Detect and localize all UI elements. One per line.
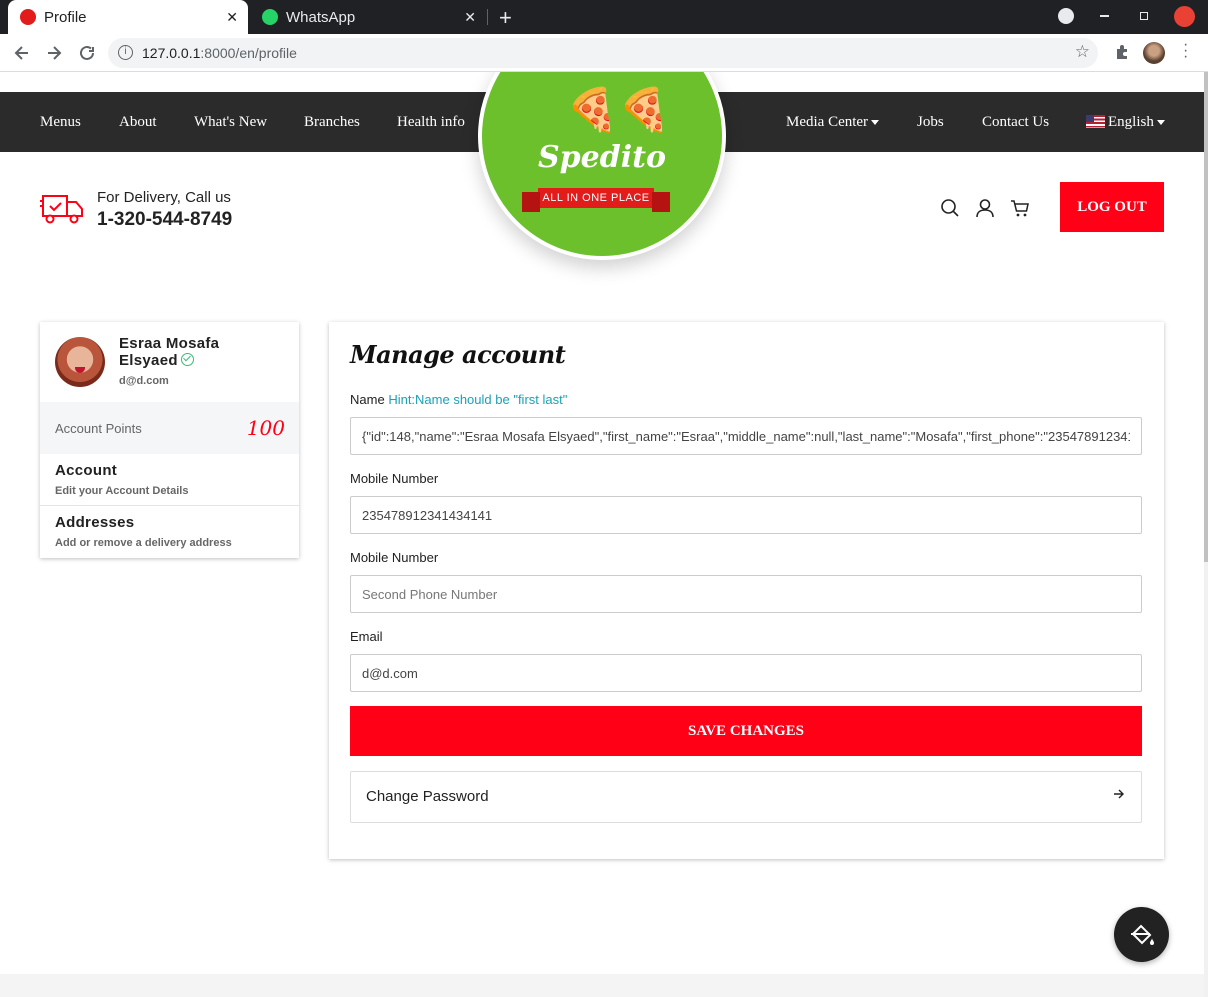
second-phone-field[interactable] — [350, 575, 1142, 613]
email-label: Email — [350, 629, 383, 644]
close-icon[interactable]: ✕ — [226, 9, 238, 26]
site-logo[interactable]: 🍕🍕 Spedito ALL IN ONE PLACE — [478, 72, 726, 260]
info-icon[interactable]: i — [118, 45, 133, 60]
email-field[interactable] — [350, 654, 1142, 692]
mobile-label: Mobile Number — [350, 471, 439, 486]
name-field[interactable] — [350, 417, 1142, 455]
points-value: 100 — [246, 416, 285, 440]
close-icon[interactable]: ✕ — [464, 9, 476, 26]
tab-search-icon[interactable] — [1058, 8, 1074, 24]
tab-whatsapp[interactable]: WhatsApp ✕ — [250, 0, 486, 34]
name-label: Name Hint:Name should be "first last" — [350, 392, 567, 407]
caret-down-icon — [1156, 120, 1165, 126]
search-icon[interactable] — [940, 198, 960, 218]
bookmark-star-icon[interactable]: ☆ — [1075, 42, 1090, 62]
more-menu-icon[interactable]: · · · — [1183, 37, 1188, 65]
mobile-field[interactable] — [350, 496, 1142, 534]
sidebar-item-title: Addresses — [55, 514, 135, 531]
nav-about[interactable]: About — [119, 114, 157, 131]
restore-icon[interactable] — [1140, 12, 1148, 20]
nav-health-info[interactable]: Health info — [397, 114, 465, 131]
delivery-truck-icon — [40, 195, 83, 224]
new-tab-button[interactable]: + — [499, 5, 512, 31]
tab-separator — [487, 9, 488, 25]
nav-contact-us[interactable]: Contact Us — [982, 114, 1049, 131]
change-password-label: Change Password — [366, 788, 489, 805]
whatsapp-icon — [262, 9, 278, 25]
avatar — [55, 337, 105, 387]
nav-media-center-label: Media Center — [786, 114, 869, 130]
language-selector[interactable]: English — [1086, 114, 1165, 131]
nav-branches[interactable]: Branches — [304, 114, 360, 131]
logo-name: Spedito — [538, 140, 666, 175]
user-email: d@d.com — [119, 375, 169, 387]
sidebar-item-title: Account — [55, 462, 118, 479]
change-password-row[interactable]: Change Password — [350, 771, 1142, 823]
back-arrow-icon[interactable] — [13, 44, 31, 62]
us-flag-icon — [1086, 115, 1105, 128]
nav-whats-new[interactable]: What's New — [194, 114, 267, 131]
sidebar-item-subtitle: Add or remove a delivery address — [55, 537, 232, 549]
page-scrollbar[interactable] — [1204, 72, 1208, 997]
sidebar-item-addresses[interactable]: Addresses Add or remove a delivery addre… — [40, 506, 299, 558]
profile-avatar[interactable] — [1143, 42, 1165, 64]
address-bar[interactable]: i 127.0.0.1:8000/en/profile ☆ — [108, 38, 1098, 68]
nav-jobs[interactable]: Jobs — [917, 114, 944, 131]
delivery-phone[interactable]: 1-320-544-8749 — [97, 209, 232, 231]
profile-sidebar: Esraa Mosafa Elsyaed d@d.com Account Poi… — [40, 322, 299, 558]
reload-icon[interactable] — [78, 44, 96, 62]
logout-button[interactable]: LOG OUT — [1060, 182, 1164, 232]
user-icon[interactable] — [975, 198, 995, 218]
site-favicon-icon — [20, 9, 36, 25]
verified-check-icon — [180, 353, 194, 366]
sidebar-item-subtitle: Edit your Account Details — [55, 485, 189, 497]
second-mobile-label: Mobile Number — [350, 550, 439, 565]
url-host: 127.0.0.1 — [142, 45, 201, 61]
page-title: Manage account — [350, 340, 566, 369]
extensions-icon[interactable] — [1114, 44, 1130, 60]
tab-title: WhatsApp — [286, 8, 356, 26]
manage-account-card: Manage account Name Hint:Name should be … — [329, 322, 1164, 859]
nav-menus[interactable]: Menus — [40, 114, 81, 131]
nav-media-center[interactable]: Media Center — [786, 114, 880, 131]
tab-profile[interactable]: Profile ✕ — [8, 0, 248, 34]
arrow-right-icon — [1114, 789, 1124, 799]
sidebar-item-account[interactable]: Account Edit your Account Details — [40, 454, 299, 506]
website: Menus About What's New Branches Health i… — [0, 72, 1204, 997]
save-changes-button[interactable]: SAVE CHANGES — [350, 706, 1142, 756]
user-name-text: Esraa Mosafa Elsyaed — [119, 335, 220, 369]
account-points-row: Account Points 100 — [40, 402, 299, 454]
name-hint: Hint:Name should be "first last" — [388, 392, 568, 407]
language-label: English — [1108, 114, 1154, 130]
logo-tagline: ALL IN ONE PLACE — [522, 188, 670, 212]
tab-title: Profile — [44, 8, 87, 26]
pizza-icon: 🍕🍕 — [566, 86, 671, 133]
delivery-call-label: For Delivery, Call us — [97, 189, 231, 206]
name-label-text: Name — [350, 392, 385, 407]
browser-tab-bar: Profile ✕ WhatsApp ✕ + — [0, 0, 1208, 34]
footer-strip — [0, 974, 1204, 997]
cart-icon[interactable] — [1010, 198, 1030, 218]
caret-down-icon — [871, 120, 880, 126]
browser-toolbar: i 127.0.0.1:8000/en/profile ☆ · · · — [0, 34, 1208, 72]
scrollbar-thumb[interactable] — [1204, 72, 1208, 562]
url-path: :8000/en/profile — [200, 45, 297, 61]
user-name: Esraa Mosafa Elsyaed — [119, 335, 279, 369]
paint-bucket-icon — [1131, 924, 1154, 945]
url-text: 127.0.0.1:8000/en/profile — [142, 45, 297, 61]
window-close-button[interactable] — [1174, 6, 1195, 27]
theme-customizer-button[interactable] — [1114, 907, 1169, 962]
points-label: Account Points — [55, 421, 142, 436]
forward-arrow-icon[interactable] — [45, 44, 63, 62]
minimize-icon[interactable] — [1100, 15, 1109, 17]
